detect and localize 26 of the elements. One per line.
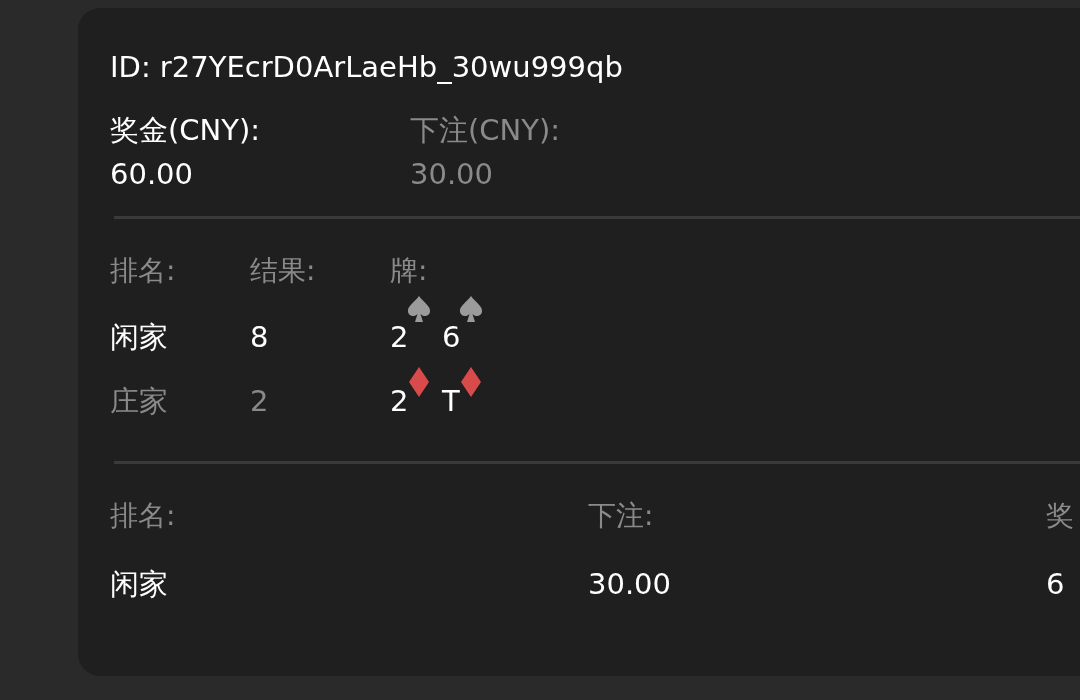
column-header: 排名: — [110, 253, 176, 289]
table-cell-text: 6 — [1046, 566, 1065, 603]
player-name: 庄家 — [110, 383, 168, 420]
card-rank: 2 — [390, 320, 409, 354]
column-header: 奖 — [1046, 498, 1074, 534]
table-cell-text: 闲家 — [110, 566, 168, 603]
spade-icon — [458, 295, 484, 323]
card-rank: 6 — [442, 320, 461, 354]
column-header: 下注: — [588, 498, 654, 534]
stat-value: 30.00 — [410, 156, 495, 193]
stat-label: 下注(CNY): — [410, 112, 562, 149]
result-value: 2 — [250, 383, 269, 420]
stat-label: 奖金(CNY): — [110, 112, 262, 149]
diamond-icon — [461, 367, 481, 397]
stat-value: 60.00 — [110, 156, 195, 193]
diamond-icon — [409, 367, 429, 397]
table-cell-text: 30.00 — [588, 566, 672, 603]
spade-icon — [406, 295, 432, 323]
result-value: 8 — [250, 319, 269, 356]
card-rank: T — [442, 384, 460, 418]
card-rank: 2 — [390, 384, 409, 418]
round-id: ID: r27YEcrD0ArLaeHb_30wu999qb — [110, 49, 624, 86]
player-name: 闲家 — [110, 319, 168, 356]
column-header: 牌: — [390, 253, 428, 289]
column-header: 排名: — [110, 498, 176, 534]
column-header: 结果: — [250, 253, 316, 289]
